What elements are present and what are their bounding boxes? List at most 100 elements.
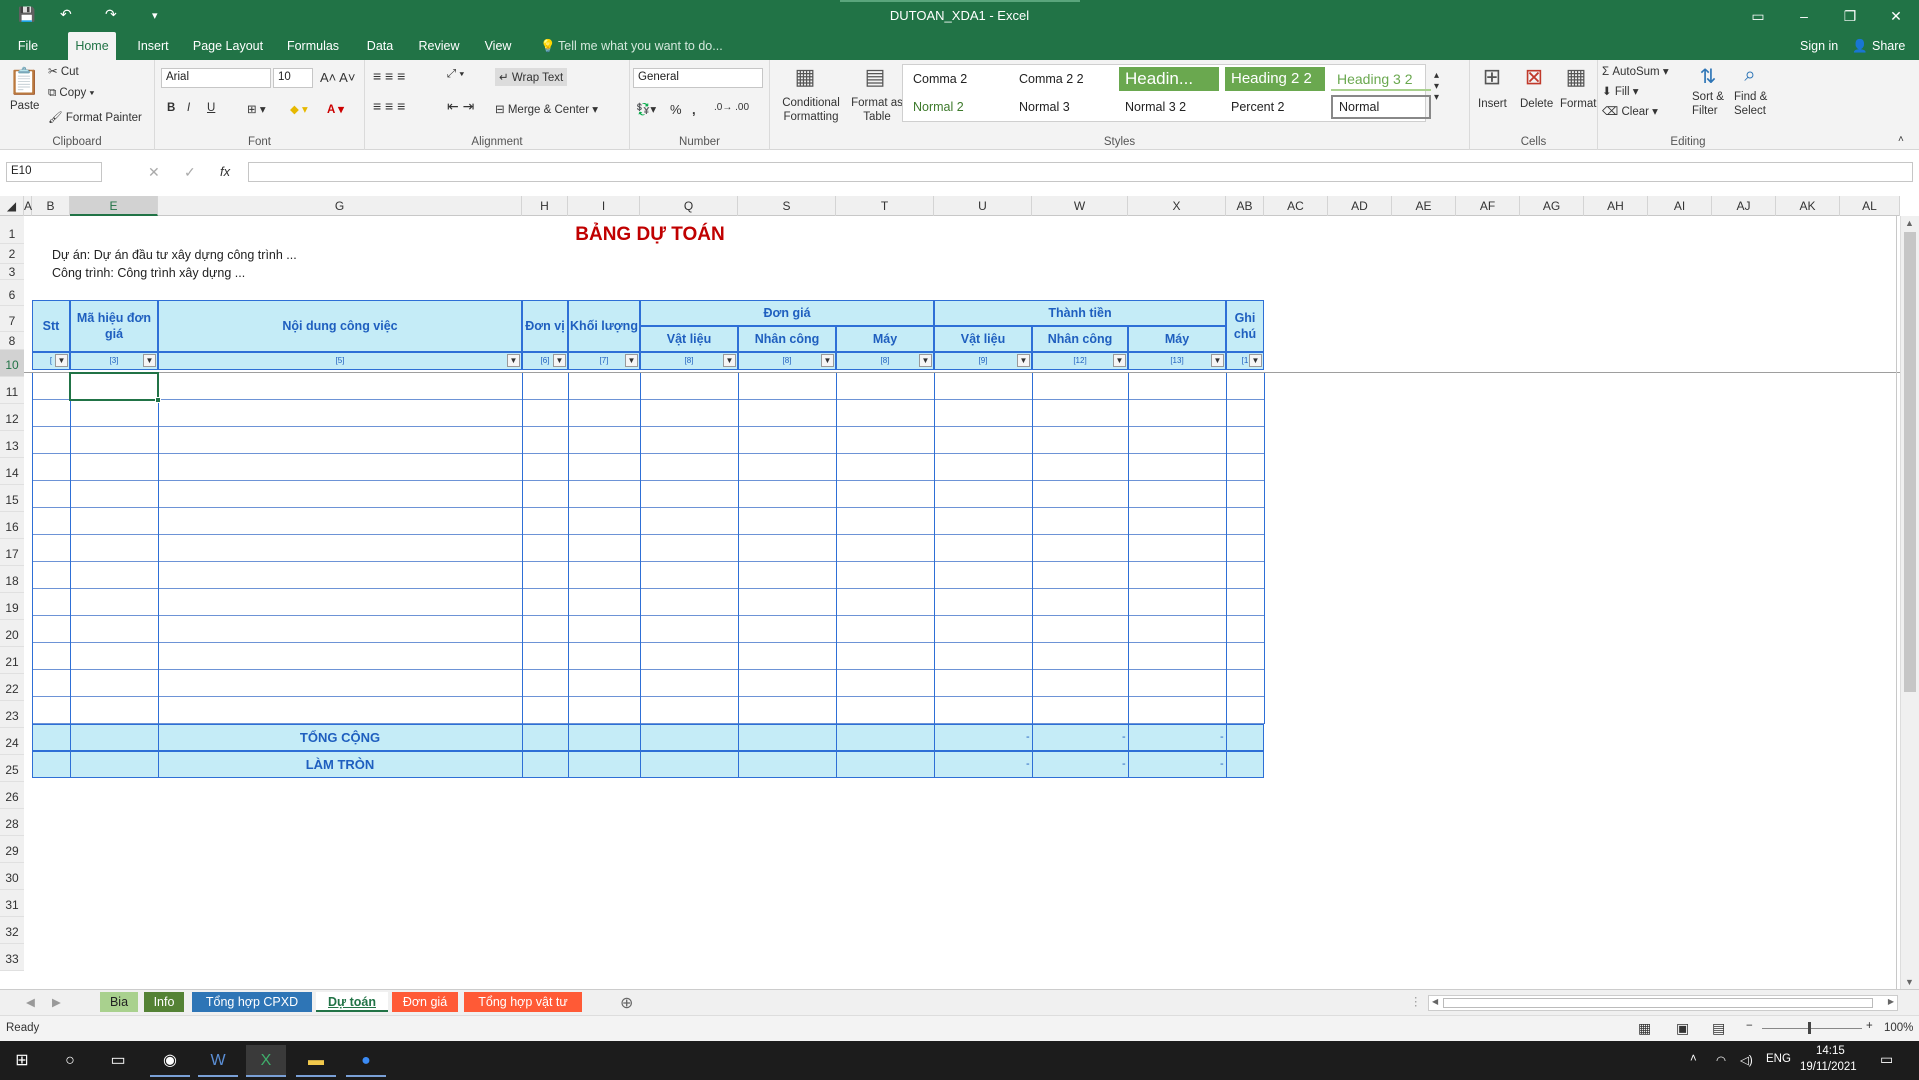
normal-view-icon[interactable]: ▦ bbox=[1638, 1020, 1651, 1037]
sign-in-link[interactable]: Sign in bbox=[1800, 32, 1838, 60]
filter-dropdown-icon[interactable]: ▼ bbox=[821, 354, 834, 367]
zalo-icon[interactable]: ● bbox=[346, 1045, 386, 1077]
scroll-thumb[interactable] bbox=[1904, 232, 1916, 692]
conditional-formatting-button[interactable]: Conditional Formatting bbox=[776, 96, 846, 124]
clock-date[interactable]: 19/11/2021 bbox=[1800, 1061, 1857, 1073]
col-x[interactable]: X bbox=[1128, 196, 1226, 216]
page-layout-view-icon[interactable]: ▣ bbox=[1676, 1020, 1689, 1037]
tab-file[interactable]: File bbox=[10, 32, 46, 60]
tab-split-icon[interactable]: ⋮ bbox=[1410, 994, 1422, 1008]
bold-button[interactable]: B bbox=[167, 102, 175, 114]
filter-dropdown-icon[interactable]: ▼ bbox=[723, 354, 736, 367]
col-ab[interactable]: AB bbox=[1226, 196, 1264, 216]
style-heading-2-2[interactable]: Heading 2 2 bbox=[1225, 67, 1325, 91]
delete-button[interactable]: Delete bbox=[1520, 98, 1553, 110]
worksheet-grid[interactable]: ◢ A B E G H I Q S T U W X AB AC AD AE AF… bbox=[0, 196, 1900, 989]
style-normal-2[interactable]: Normal 2 bbox=[907, 95, 1007, 119]
notification-icon[interactable]: ▭ bbox=[1880, 1051, 1893, 1068]
filter-dropdown-icon[interactable]: ▼ bbox=[1113, 354, 1126, 367]
col-q[interactable]: Q bbox=[640, 196, 738, 216]
style-normal-3[interactable]: Normal 3 bbox=[1013, 95, 1113, 119]
row-14[interactable]: 14 bbox=[0, 458, 24, 485]
indent-icons[interactable]: ⇤ ⇥ bbox=[447, 98, 474, 115]
tell-me-box[interactable]: Tell me what you want to do... bbox=[558, 32, 723, 60]
close-button[interactable]: ✕ bbox=[1873, 0, 1919, 32]
filter-cell[interactable]: [3] ▼ bbox=[70, 352, 158, 370]
collapse-ribbon-icon[interactable]: ˄ bbox=[1898, 134, 1904, 145]
style-heading-3-2[interactable]: Heading 3 2 bbox=[1331, 67, 1431, 91]
filter-cell[interactable]: [6] ▼ bbox=[522, 352, 568, 370]
fill-button[interactable]: ⬇ Fill ▾ bbox=[1602, 84, 1639, 98]
filter-dropdown-icon[interactable]: ▼ bbox=[143, 354, 156, 367]
filter-cell[interactable]: [7] ▼ bbox=[568, 352, 640, 370]
filter-dropdown-icon[interactable]: ▼ bbox=[507, 354, 520, 367]
zoom-slider[interactable] bbox=[1762, 1028, 1862, 1029]
filter-dropdown-icon[interactable]: ▼ bbox=[1017, 354, 1030, 367]
row-2[interactable]: 2 bbox=[0, 244, 24, 264]
row-17[interactable]: 17 bbox=[0, 539, 24, 566]
share-button[interactable]: Share bbox=[1872, 32, 1905, 60]
row-25[interactable]: 25 bbox=[0, 755, 24, 782]
col-e[interactable]: E bbox=[70, 196, 158, 216]
enter-icon[interactable]: ✓ bbox=[184, 164, 196, 181]
col-g[interactable]: G bbox=[158, 196, 522, 216]
row-12[interactable]: 12 bbox=[0, 404, 24, 431]
row-26[interactable]: 26 bbox=[0, 782, 24, 809]
sort-filter-button[interactable]: Sort & Filter bbox=[1692, 90, 1732, 118]
wrap-text-button[interactable]: ↵ Wrap Text bbox=[495, 68, 568, 86]
row-28[interactable]: 28 bbox=[0, 809, 24, 836]
find-select-button[interactable]: Find & Select bbox=[1734, 90, 1778, 118]
insert-function-icon[interactable]: fx bbox=[220, 164, 230, 179]
fill-color-icon[interactable]: ◆ ▾ bbox=[290, 102, 308, 116]
horizontal-scrollbar[interactable]: ◀ ▶ bbox=[1428, 995, 1898, 1011]
row-7[interactable]: 7 bbox=[0, 306, 24, 332]
row-19[interactable]: 19 bbox=[0, 593, 24, 620]
excel-icon[interactable]: X bbox=[246, 1045, 286, 1077]
font-name-select[interactable]: Arial bbox=[161, 68, 271, 88]
row-22[interactable]: 22 bbox=[0, 674, 24, 701]
currency-icon[interactable]: 💱▾ bbox=[636, 102, 656, 116]
scroll-up-icon[interactable]: ▲ bbox=[1905, 218, 1914, 228]
paste-button[interactable]: Paste bbox=[10, 100, 39, 112]
chrome-icon[interactable]: ◉ bbox=[150, 1045, 190, 1077]
col-af[interactable]: AF bbox=[1456, 196, 1520, 216]
row-21[interactable]: 21 bbox=[0, 647, 24, 674]
sheet-tab-info[interactable]: Info bbox=[144, 992, 184, 1012]
vertical-align-icons[interactable]: ≡ ≡ ≡ bbox=[373, 68, 405, 84]
name-box[interactable]: E10 bbox=[6, 162, 102, 182]
vertical-scrollbar[interactable]: ▲ ▼ bbox=[1900, 216, 1919, 989]
row-11[interactable]: 11 bbox=[0, 377, 24, 404]
col-t[interactable]: T bbox=[836, 196, 934, 216]
row-6[interactable]: 6 bbox=[0, 280, 24, 306]
row-33[interactable]: 33 bbox=[0, 944, 24, 971]
filter-cell[interactable]: [5] ▼ bbox=[158, 352, 522, 370]
style-normal-3-2[interactable]: Normal 3 2 bbox=[1119, 95, 1219, 119]
clock-time[interactable]: 14:15 bbox=[1816, 1045, 1845, 1057]
paste-icon[interactable]: 📋 bbox=[8, 66, 40, 97]
tab-data[interactable]: Data bbox=[360, 32, 400, 60]
grow-font-icon[interactable]: A˄ A˅ bbox=[320, 70, 355, 85]
filter-dropdown-icon[interactable]: ▼ bbox=[55, 354, 68, 367]
style-normal[interactable]: Normal bbox=[1331, 95, 1431, 119]
row-13[interactable]: 13 bbox=[0, 431, 24, 458]
filter-cell[interactable]: [▼ bbox=[32, 352, 70, 370]
formula-input[interactable] bbox=[248, 162, 1913, 182]
zoom-out-icon[interactable]: − bbox=[1746, 1020, 1753, 1032]
col-i[interactable]: I bbox=[568, 196, 640, 216]
zoom-level[interactable]: 100% bbox=[1884, 1022, 1913, 1034]
filter-dropdown-icon[interactable]: ▼ bbox=[1249, 354, 1262, 367]
tab-home[interactable]: Home bbox=[68, 32, 116, 60]
filter-cell[interactable]: [1 ▼ bbox=[1226, 352, 1264, 370]
col-al[interactable]: AL bbox=[1840, 196, 1900, 216]
page-break-view-icon[interactable]: ▤ bbox=[1712, 1020, 1725, 1037]
format-as-table-button[interactable]: Format as Table bbox=[850, 96, 904, 124]
filter-cell[interactable]: [12] ▼ bbox=[1032, 352, 1128, 370]
autosum-button[interactable]: Σ AutoSum ▾ bbox=[1602, 64, 1669, 78]
decimal-icons[interactable]: .0→ .00 bbox=[714, 102, 749, 113]
tab-page-layout[interactable]: Page Layout bbox=[190, 32, 266, 60]
clear-button[interactable]: ⌫ Clear ▾ bbox=[1602, 104, 1658, 118]
file-explorer-icon[interactable]: ▬ bbox=[296, 1045, 336, 1077]
font-size-select[interactable]: 10 bbox=[273, 68, 313, 88]
italic-button[interactable]: I bbox=[187, 102, 190, 114]
select-all-corner[interactable]: ◢ bbox=[0, 196, 24, 216]
